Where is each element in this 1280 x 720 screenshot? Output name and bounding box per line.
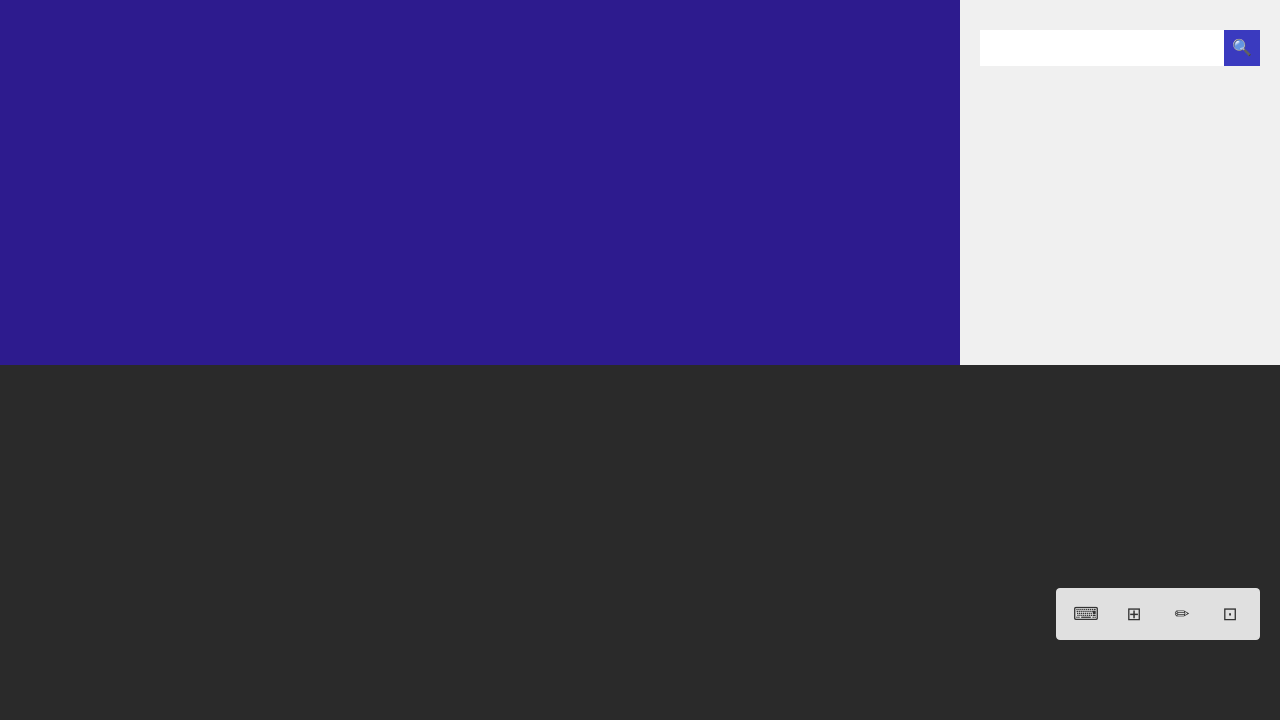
- apps-area: [0, 0, 960, 365]
- apps-grid: [30, 40, 930, 340]
- search-button[interactable]: 🔍: [1224, 30, 1260, 66]
- search-input[interactable]: [980, 30, 1224, 66]
- keyboard-area: [0, 365, 1280, 720]
- kb-mode-handwriting[interactable]: ✏: [1160, 596, 1204, 632]
- kb-mode-full[interactable]: ⌨: [1064, 596, 1108, 632]
- kb-mode-options[interactable]: ⊡: [1208, 596, 1252, 632]
- search-panel: 🔍: [960, 0, 1280, 365]
- kb-mode-split[interactable]: ⊞: [1112, 596, 1156, 632]
- search-input-container: 🔍: [980, 30, 1260, 66]
- keyboard-mode-switcher: ⌨ ⊞ ✏ ⊡: [1056, 588, 1260, 640]
- keyboard-bottom-row: [0, 380, 1280, 385]
